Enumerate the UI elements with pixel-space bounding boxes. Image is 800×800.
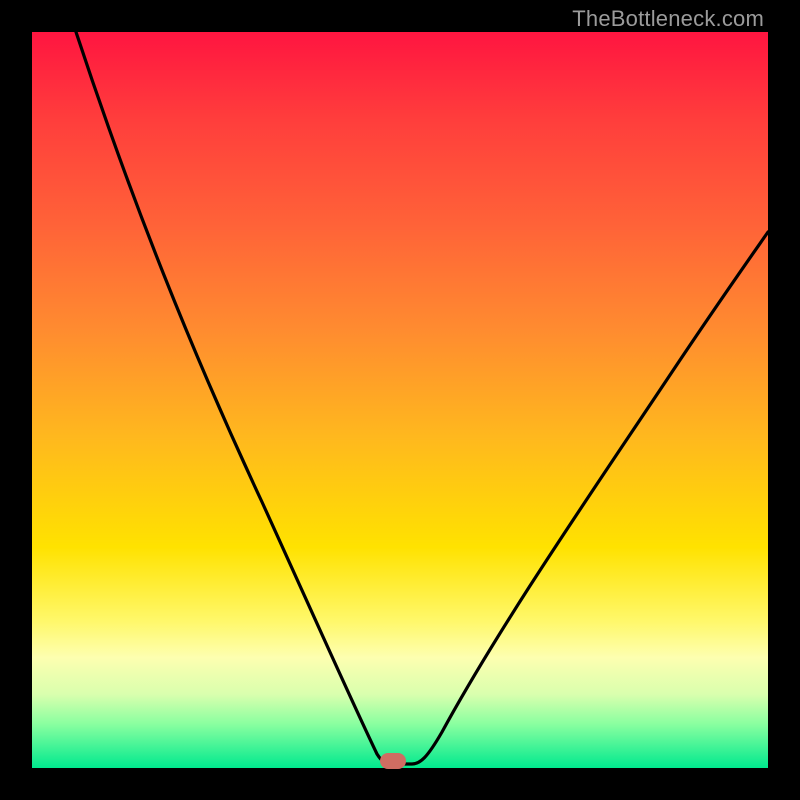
- optimum-marker: [380, 753, 406, 769]
- chart-frame: TheBottleneck.com: [0, 0, 800, 800]
- curve-path: [76, 32, 768, 764]
- plot-area: [32, 32, 768, 768]
- watermark-text: TheBottleneck.com: [572, 6, 764, 32]
- bottleneck-curve: [32, 32, 768, 768]
